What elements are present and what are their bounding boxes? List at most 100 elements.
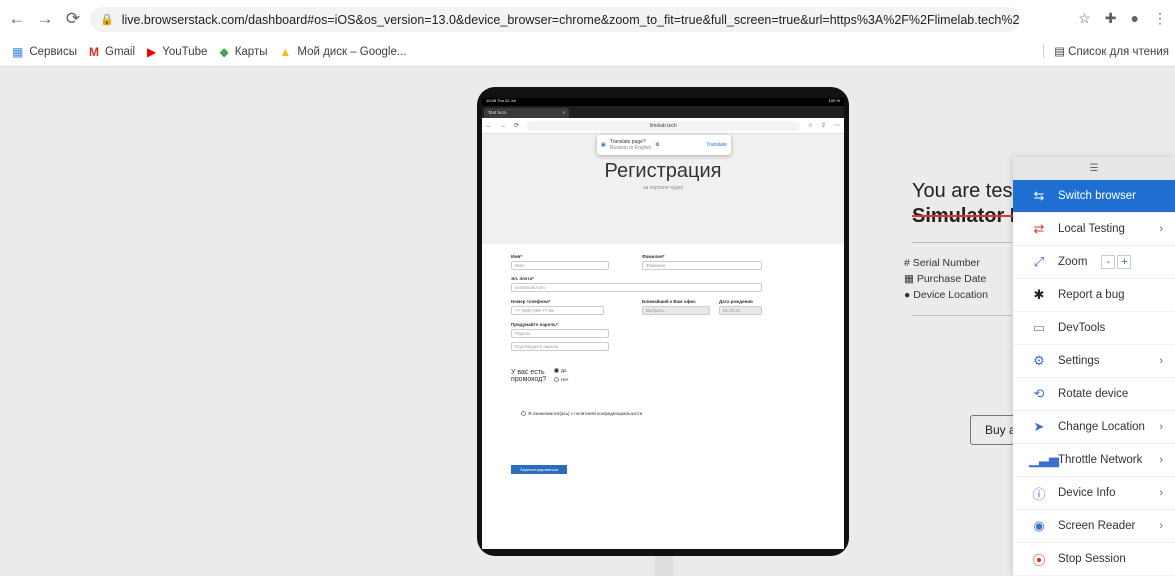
submit-button[interactable]: Зарегистрироваться [511, 465, 567, 474]
more-menu-icon[interactable]: ⋮ [1153, 10, 1167, 27]
zoom-icon: ⤢ [1033, 254, 1045, 269]
bookmarks-bar: ▦ Сервисы M Gmail ▶ YouTube ◆ Карты ▲ Мой дис… [0, 38, 1175, 66]
menu-settings[interactable]: ⚙ Settings › [1013, 345, 1175, 378]
forward-arrow-icon[interactable]: → [500, 123, 506, 129]
menu-local-testing[interactable]: ⇄ Local Testing › [1013, 213, 1175, 246]
surname-input[interactable]: Фамилия [642, 261, 762, 270]
back-arrow-icon[interactable]: ← [486, 123, 492, 129]
chevron-right-icon: › [1159, 421, 1163, 433]
forward-arrow-icon[interactable]: → [34, 8, 56, 30]
menu-rotate-device[interactable]: ⟲ Rotate device [1013, 378, 1175, 411]
star-icon[interactable]: ☆ [1078, 10, 1091, 27]
menu-switch-browser[interactable]: ⇆ Switch browser [1013, 180, 1175, 213]
reading-list[interactable]: ▤ Список для чтения [1043, 44, 1169, 58]
checkbox-agree[interactable] [521, 411, 526, 417]
browser-chrome: ← → ⟳ 🔒 live.browserstack.com/dashboard#… [0, 0, 1175, 67]
page-subtitle: на портале чудес [642, 185, 684, 191]
apps-grid-icon: ▦ [12, 45, 24, 59]
profile-avatar[interactable]: ● [1131, 10, 1139, 27]
url-text: live.browserstack.com/dashboard#os=iOS&o… [121, 12, 1020, 27]
lock-icon: 🔒 [100, 14, 114, 26]
share-icon[interactable]: ⇪ [821, 122, 826, 129]
menu-stop-session[interactable]: ⦿ Stop Session [1013, 543, 1175, 576]
info-strike-title: Simulator R [912, 205, 1025, 227]
menu-handle[interactable]: ☰ [1013, 157, 1175, 180]
name-input[interactable]: Имя [511, 261, 609, 270]
password-confirm-input[interactable]: Подтвердите пароль [511, 342, 609, 351]
more-menu-icon[interactable]: ⋯ [834, 122, 840, 129]
promo-yes[interactable]: Да [554, 368, 567, 374]
password-input[interactable]: Пароль [511, 329, 609, 338]
device-address-bar[interactable]: limelab.tech [527, 120, 800, 131]
radio-no[interactable] [554, 377, 559, 383]
bug-icon: ✱ [1033, 287, 1045, 302]
menu-throttle-network[interactable]: ▁▃▅ Throttle Network › [1013, 444, 1175, 477]
hash-icon: # [904, 257, 913, 269]
zoom-in-button[interactable]: + [1117, 255, 1132, 269]
device-info-panel: You are tes Simulator R # Serial Number … [904, 180, 1025, 330]
page-title: Регистрация [604, 160, 722, 182]
password-field: Придумайте пароль*: Пароль Подтвердите п… [511, 322, 609, 351]
bookmark-gmail[interactable]: M Gmail [89, 45, 135, 59]
device-tabstrip: Test form × [482, 106, 844, 118]
agree-checkbox[interactable]: Я ознакомился(ась) с политикой конфиденц… [521, 411, 642, 417]
menu-report-bug[interactable]: ✱ Report a bug [1013, 279, 1175, 312]
star-icon[interactable]: ☆ [808, 122, 813, 129]
devtools-icon: ▭ [1032, 320, 1046, 335]
radio-yes[interactable] [554, 368, 559, 374]
back-arrow-icon[interactable]: ← [6, 8, 28, 30]
name-field: Имя* Имя [511, 254, 609, 270]
menu-device-info[interactable]: ⓘ Device Info › [1013, 477, 1175, 510]
chevron-right-icon: › [1159, 223, 1163, 235]
gear-icon[interactable]: ⚙ [655, 142, 659, 148]
phone-input[interactable]: +7 (999) 999-77-66 [511, 306, 604, 315]
device-screen[interactable]: 10:08 Thu 22 Jul 100 % Test form × ← → ⟳ … [482, 98, 844, 549]
registration-form: Имя* Имя Фамилия* Фамилия Эл. почта* you… [482, 244, 844, 544]
device-statusbar: 10:08 Thu 22 Jul 100 % [482, 98, 844, 106]
local-testing-icon: ⇄ [1033, 221, 1045, 236]
bookmark-services[interactable]: ▦ Сервисы [12, 45, 77, 59]
device-urlbar: ← → ⟳ limelab.tech ☆ ⇪ ⋯ [482, 118, 844, 134]
purchase-date: ▦ Purchase Date [904, 273, 987, 285]
bookmark-maps[interactable]: ◆ Карты [219, 45, 267, 59]
switch-icon: ⇆ [1033, 188, 1045, 203]
drag-handle-icon: ☰ [1089, 163, 1099, 174]
menu-zoom: ⤢ Zoom - + [1013, 246, 1175, 279]
office-field: Ближайший к Вам офис Выбрать... [642, 299, 710, 315]
promo-no[interactable]: Нет [554, 377, 569, 383]
email-input[interactable]: yourEmail.com [511, 283, 762, 292]
birth-input[interactable]: 01.02.21 [719, 306, 762, 315]
chevron-right-icon: › [1159, 487, 1163, 499]
signal-icon: ▁▃▅ [1029, 452, 1059, 467]
menu-devtools[interactable]: ▭ DevTools [1013, 312, 1175, 345]
bookmark-youtube[interactable]: ▶ YouTube [147, 45, 207, 59]
menu-change-location[interactable]: ➤ Change Location › [1013, 411, 1175, 444]
maps-icon: ◆ [219, 45, 229, 59]
extension-icon[interactable]: ✚ [1105, 10, 1117, 27]
zoom-out-button[interactable]: - [1101, 255, 1116, 269]
office-select[interactable]: Выбрать... [642, 306, 710, 315]
chevron-right-icon: › [1159, 520, 1163, 532]
gear-icon: ⚙ [1033, 353, 1045, 368]
tablet-stand [655, 553, 673, 576]
pin-icon: ● [904, 289, 914, 301]
rotate-icon: ⟲ [1033, 386, 1045, 401]
gmail-icon: M [89, 45, 99, 59]
reload-icon[interactable]: ⟳ [514, 122, 519, 129]
divider [912, 242, 1012, 243]
close-icon[interactable]: × [562, 110, 565, 116]
accessibility-icon: ◉ [1033, 518, 1045, 533]
address-bar[interactable]: 🔒 live.browserstack.com/dashboard#os=iOS… [90, 7, 1020, 32]
menu-screen-reader[interactable]: ◉ Screen Reader › [1013, 510, 1175, 543]
bookmark-drive[interactable]: ▲ Мой диск – Google... [279, 45, 406, 59]
youtube-icon: ▶ [147, 45, 157, 59]
translate-icon: ▣ [601, 142, 606, 148]
reload-icon[interactable]: ⟳ [62, 8, 84, 30]
translate-button[interactable]: Translate [706, 142, 727, 148]
divider [912, 315, 1012, 316]
phone-field: Номер телефона* +7 (999) 999-77-66 [511, 299, 604, 315]
location-icon: ➤ [1033, 419, 1045, 434]
birth-field: Дата рождения 01.02.21 [719, 299, 762, 315]
device-tab[interactable]: Test form × [484, 108, 569, 118]
email-field: Эл. почта* yourEmail.com [511, 276, 762, 292]
